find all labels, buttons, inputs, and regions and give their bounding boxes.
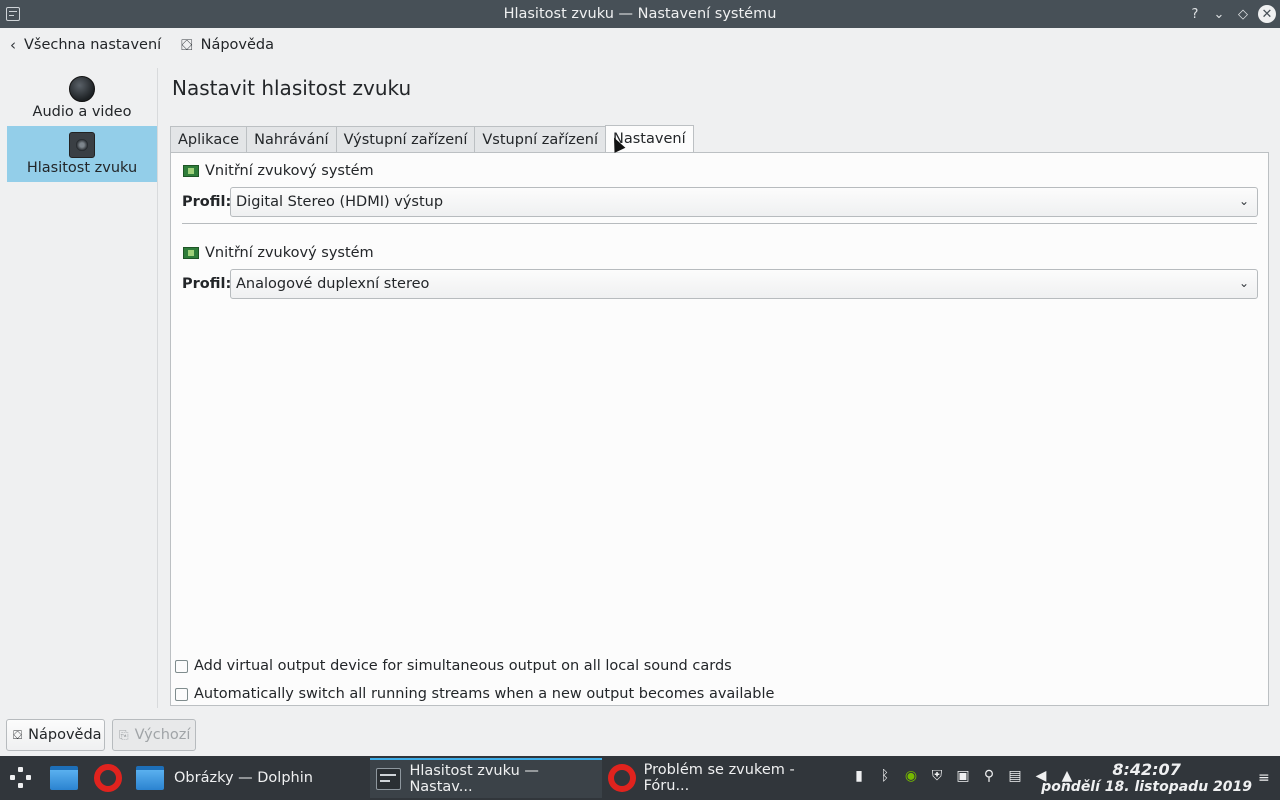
- clock-date: pondělí 18. listopadu 2019: [1041, 779, 1252, 795]
- profile-row: Profil: Digital Stereo (HDMI) výstup ⌄: [182, 187, 1258, 217]
- maximize-button[interactable]: ◇: [1234, 5, 1252, 23]
- close-button[interactable]: ✕: [1258, 5, 1276, 23]
- lifebuoy-icon: ⛋: [13, 727, 23, 742]
- page-title: Nastavit hlasitost zvuku: [172, 76, 412, 100]
- folder-icon: [136, 766, 164, 790]
- profile-label: Profil:: [182, 276, 232, 292]
- sound-card-icon: [183, 165, 199, 177]
- launcher-icon: [8, 765, 34, 791]
- task-sound-settings[interactable]: Hlasitost zvuku — Nastav...: [370, 758, 602, 798]
- opera-icon: [94, 764, 122, 792]
- taskbar: Obrázky — Dolphin Hlasitost zvuku — Nast…: [0, 756, 1280, 800]
- card-header: Vnitřní zvukový systém: [183, 163, 374, 179]
- audio-video-icon: [69, 76, 95, 102]
- card-name: Vnitřní zvukový systém: [205, 163, 374, 179]
- virtual-output-checkbox[interactable]: [175, 659, 188, 673]
- clipboard-icon[interactable]: ▤: [1006, 768, 1024, 784]
- profile-select[interactable]: Analogové duplexní stereo ⌄: [230, 269, 1258, 299]
- help-toolbar-button[interactable]: ⛋ Nápověda: [171, 30, 284, 60]
- window-title: Hlasitost zvuku — Nastavení systému: [503, 6, 777, 22]
- task-label: Hlasitost zvuku — Nastav...: [409, 763, 539, 795]
- card-name: Vnitřní zvukový systém: [205, 245, 374, 261]
- profile-label: Profil:: [182, 194, 232, 210]
- auto-switch-checkbox[interactable]: [175, 687, 188, 701]
- sidebar-item-label: Hlasitost zvuku: [26, 160, 138, 176]
- sidebar: Audio a video Hlasitost zvuku: [0, 68, 158, 708]
- task-dolphin[interactable]: Obrázky — Dolphin: [136, 758, 364, 798]
- document-revert-icon: ⎘: [119, 727, 129, 742]
- sidebar-item-label: Audio a video: [32, 104, 132, 120]
- folder-icon: [50, 766, 78, 790]
- lifebuoy-icon: ⛋: [181, 36, 193, 54]
- profile-value: Analogové duplexní stereo: [236, 276, 430, 292]
- help-label: Nápověda: [200, 37, 274, 53]
- tab-vstupni-zarizeni[interactable]: Vstupní zařízení: [474, 126, 606, 152]
- window-titlebar: Hlasitost zvuku — Nastavení systému ? ⌄ …: [0, 0, 1280, 28]
- virtual-output-option[interactable]: Add virtual output device for simultaneo…: [175, 658, 732, 674]
- back-label: Všechna nastavení: [24, 37, 162, 53]
- divider: [182, 223, 1257, 224]
- speaker-icon: [69, 132, 95, 158]
- task-label: Problém se zvukem - Fóru...: [643, 762, 795, 794]
- tab-vystupni-zarizeni[interactable]: Výstupní zařízení: [335, 126, 475, 152]
- dolphin-launcher[interactable]: [50, 758, 82, 798]
- auto-switch-option[interactable]: Automatically switch all running streams…: [175, 686, 774, 702]
- help-button[interactable]: ⛋ Nápověda: [6, 719, 105, 751]
- opera-icon: [608, 764, 636, 792]
- system-settings-icon[interactable]: [6, 7, 20, 21]
- back-to-all-settings-button[interactable]: ‹ Všechna nastavení: [0, 30, 171, 60]
- settings-icon: [376, 768, 402, 790]
- nvidia-icon[interactable]: ◉: [902, 768, 920, 784]
- digital-clock[interactable]: 8:42:07 pondělí 18. listopadu 2019: [1041, 760, 1252, 795]
- minimize-button[interactable]: ⌄: [1210, 5, 1228, 23]
- task-label: Obrázky — Dolphin: [174, 770, 313, 786]
- display-icon[interactable]: ▣: [954, 768, 972, 784]
- usb-icon[interactable]: ▮: [850, 768, 868, 784]
- chevron-left-icon: ‹: [10, 36, 16, 54]
- card-header: Vnitřní zvukový systém: [183, 245, 374, 261]
- chevron-down-icon: ⌄: [1238, 194, 1249, 208]
- bluetooth-icon[interactable]: ᛒ: [876, 768, 894, 784]
- application-launcher[interactable]: [8, 758, 36, 798]
- checkbox-label: Add virtual output device for simultaneo…: [194, 658, 732, 674]
- window-controls: ? ⌄ ◇ ✕: [1186, 0, 1276, 28]
- sidebar-item-hlasitost[interactable]: Hlasitost zvuku: [7, 126, 157, 182]
- defaults-button-label: Výchozí: [134, 727, 191, 743]
- sidebar-item-audio-video[interactable]: Audio a video: [7, 70, 157, 126]
- tab-nahravani[interactable]: Nahrávání: [246, 126, 336, 152]
- shield-icon[interactable]: ⛨: [928, 768, 946, 784]
- profile-row: Profil: Analogové duplexní stereo ⌄: [182, 269, 1258, 299]
- tab-aplikace[interactable]: Aplikace: [170, 126, 247, 152]
- defaults-button[interactable]: ⎘ Výchozí: [112, 719, 196, 751]
- checkbox-label: Automatically switch all running streams…: [194, 686, 775, 702]
- sound-card-icon: [183, 247, 199, 259]
- help-button-label: Nápověda: [28, 727, 102, 743]
- profile-select[interactable]: Digital Stereo (HDMI) výstup ⌄: [230, 187, 1258, 217]
- task-opera[interactable]: Problém se zvukem - Fóru...: [608, 758, 840, 798]
- network-icon[interactable]: ⚲: [980, 768, 998, 784]
- toolbar: ‹ Všechna nastavení ⛋ Nápověda: [0, 28, 1280, 62]
- clock-time: 8:42:07: [1112, 760, 1181, 779]
- help-window-button[interactable]: ?: [1186, 5, 1204, 23]
- settings-panel: Vnitřní zvukový systém Profil: Digital S…: [170, 152, 1269, 706]
- panel-menu-icon[interactable]: ≡: [1258, 770, 1270, 786]
- opera-launcher[interactable]: [94, 758, 126, 798]
- profile-value: Digital Stereo (HDMI) výstup: [236, 194, 444, 210]
- chevron-down-icon: ⌄: [1238, 276, 1249, 290]
